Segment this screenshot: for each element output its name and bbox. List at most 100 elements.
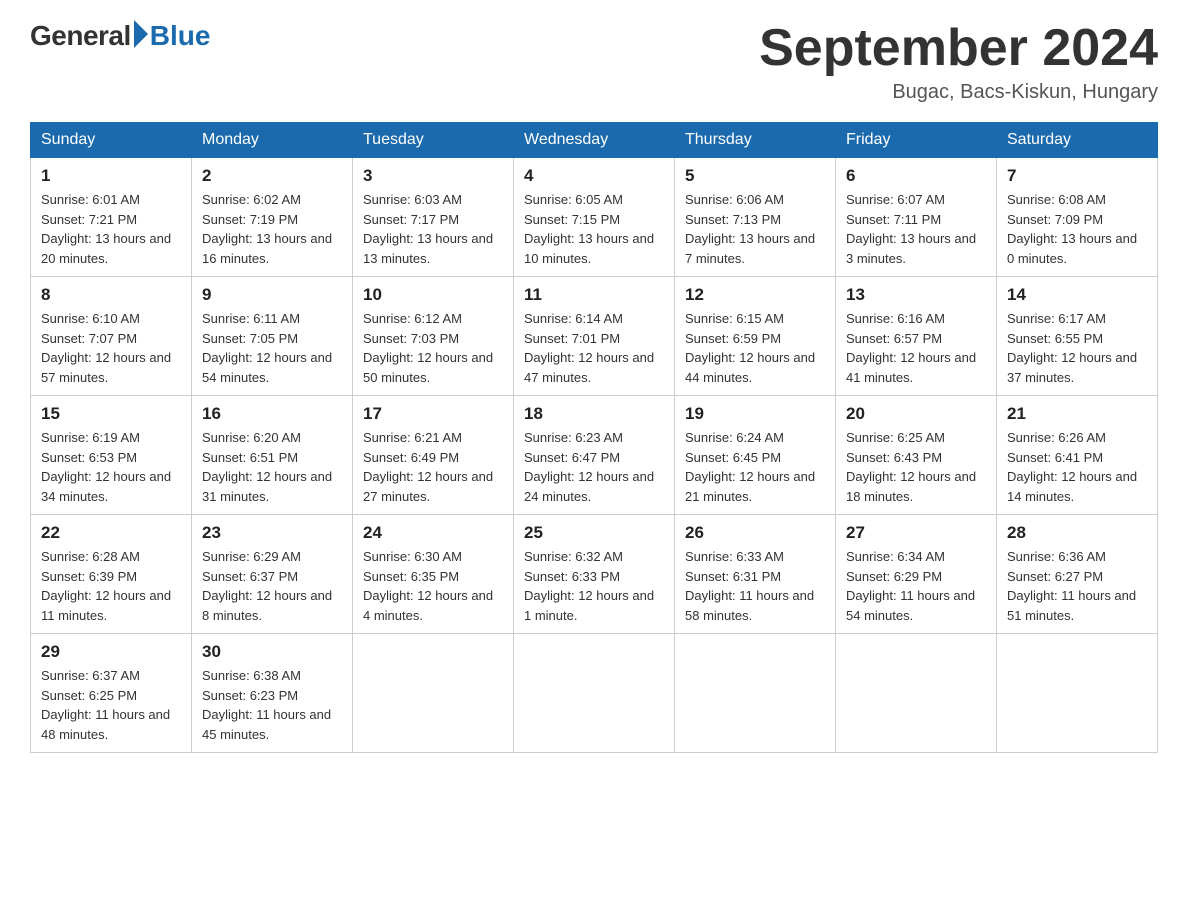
day-cell: 18 Sunrise: 6:23 AMSunset: 6:47 PMDayligh… — [514, 396, 675, 515]
day-number: 12 — [685, 285, 825, 305]
day-cell: 3 Sunrise: 6:03 AMSunset: 7:17 PMDaylight… — [353, 158, 514, 277]
day-info: Sunrise: 6:38 AMSunset: 6:23 PMDaylight:… — [202, 666, 342, 744]
day-number: 5 — [685, 166, 825, 186]
day-number: 18 — [524, 404, 664, 424]
day-number: 6 — [846, 166, 986, 186]
day-number: 20 — [846, 404, 986, 424]
day-number: 1 — [41, 166, 181, 186]
month-title: September 2024 — [759, 20, 1158, 77]
day-info: Sunrise: 6:23 AMSunset: 6:47 PMDaylight:… — [524, 428, 664, 506]
day-cell: 1 Sunrise: 6:01 AMSunset: 7:21 PMDaylight… — [31, 158, 192, 277]
calendar-table: SundayMondayTuesdayWednesdayThursdayFrid… — [30, 122, 1158, 753]
day-cell: 2 Sunrise: 6:02 AMSunset: 7:19 PMDaylight… — [192, 158, 353, 277]
day-number: 26 — [685, 523, 825, 543]
day-cell — [997, 634, 1158, 753]
day-number: 29 — [41, 642, 181, 662]
week-row-1: 1 Sunrise: 6:01 AMSunset: 7:21 PMDaylight… — [31, 158, 1158, 277]
day-info: Sunrise: 6:29 AMSunset: 6:37 PMDaylight:… — [202, 547, 342, 625]
day-number: 24 — [363, 523, 503, 543]
day-info: Sunrise: 6:14 AMSunset: 7:01 PMDaylight:… — [524, 309, 664, 387]
day-cell: 23 Sunrise: 6:29 AMSunset: 6:37 PMDayligh… — [192, 515, 353, 634]
header-saturday: Saturday — [997, 123, 1158, 158]
day-info: Sunrise: 6:05 AMSunset: 7:15 PMDaylight:… — [524, 190, 664, 268]
day-number: 9 — [202, 285, 342, 305]
location-title: Bugac, Bacs-Kiskun, Hungary — [759, 81, 1158, 104]
day-info: Sunrise: 6:11 AMSunset: 7:05 PMDaylight:… — [202, 309, 342, 387]
page-header: General Blue September 2024 Bugac, Bacs-… — [30, 20, 1158, 104]
day-cell: 4Sunrise: 6:05 AMSunset: 7:15 PMDaylight… — [514, 158, 675, 277]
header-monday: Monday — [192, 123, 353, 158]
day-number: 10 — [363, 285, 503, 305]
day-info: Sunrise: 6:08 AMSunset: 7:09 PMDaylight:… — [1007, 190, 1147, 268]
day-cell: 11Sunrise: 6:14 AMSunset: 7:01 PMDayligh… — [514, 277, 675, 396]
day-cell — [836, 634, 997, 753]
day-info: Sunrise: 6:28 AMSunset: 6:39 PMDaylight:… — [41, 547, 181, 625]
header-wednesday: Wednesday — [514, 123, 675, 158]
day-info: Sunrise: 6:12 AMSunset: 7:03 PMDaylight:… — [363, 309, 503, 387]
day-number: 28 — [1007, 523, 1147, 543]
day-cell: 8 Sunrise: 6:10 AMSunset: 7:07 PMDaylight… — [31, 277, 192, 396]
header-thursday: Thursday — [675, 123, 836, 158]
day-number: 25 — [524, 523, 664, 543]
day-number: 17 — [363, 404, 503, 424]
day-info: Sunrise: 6:21 AMSunset: 6:49 PMDaylight:… — [363, 428, 503, 506]
day-number: 3 — [363, 166, 503, 186]
day-number: 23 — [202, 523, 342, 543]
day-info: Sunrise: 6:19 AMSunset: 6:53 PMDaylight:… — [41, 428, 181, 506]
day-cell — [675, 634, 836, 753]
day-cell: 19 Sunrise: 6:24 AMSunset: 6:45 PMDayligh… — [675, 396, 836, 515]
day-info: Sunrise: 6:06 AMSunset: 7:13 PMDaylight:… — [685, 190, 825, 268]
day-cell: 9 Sunrise: 6:11 AMSunset: 7:05 PMDaylight… — [192, 277, 353, 396]
day-cell: 7 Sunrise: 6:08 AMSunset: 7:09 PMDaylight… — [997, 158, 1158, 277]
day-cell: 29Sunrise: 6:37 AMSunset: 6:25 PMDayligh… — [31, 634, 192, 753]
day-cell: 28Sunrise: 6:36 AMSunset: 6:27 PMDayligh… — [997, 515, 1158, 634]
day-info: Sunrise: 6:07 AMSunset: 7:11 PMDaylight:… — [846, 190, 986, 268]
day-cell — [514, 634, 675, 753]
day-info: Sunrise: 6:24 AMSunset: 6:45 PMDaylight:… — [685, 428, 825, 506]
day-number: 21 — [1007, 404, 1147, 424]
day-number: 22 — [41, 523, 181, 543]
day-number: 13 — [846, 285, 986, 305]
day-cell: 24 Sunrise: 6:30 AMSunset: 6:35 PMDayligh… — [353, 515, 514, 634]
day-info: Sunrise: 6:30 AMSunset: 6:35 PMDaylight:… — [363, 547, 503, 625]
day-cell: 17 Sunrise: 6:21 AMSunset: 6:49 PMDayligh… — [353, 396, 514, 515]
logo-triangle-icon — [134, 20, 148, 48]
day-number: 2 — [202, 166, 342, 186]
day-info: Sunrise: 6:17 AMSunset: 6:55 PMDaylight:… — [1007, 309, 1147, 387]
header-sunday: Sunday — [31, 123, 192, 158]
day-info: Sunrise: 6:20 AMSunset: 6:51 PMDaylight:… — [202, 428, 342, 506]
day-cell: 15Sunrise: 6:19 AMSunset: 6:53 PMDayligh… — [31, 396, 192, 515]
day-number: 8 — [41, 285, 181, 305]
day-cell: 21 Sunrise: 6:26 AMSunset: 6:41 PMDayligh… — [997, 396, 1158, 515]
day-cell: 25Sunrise: 6:32 AMSunset: 6:33 PMDayligh… — [514, 515, 675, 634]
day-info: Sunrise: 6:03 AMSunset: 7:17 PMDaylight:… — [363, 190, 503, 268]
day-number: 27 — [846, 523, 986, 543]
day-cell: 5 Sunrise: 6:06 AMSunset: 7:13 PMDaylight… — [675, 158, 836, 277]
day-info: Sunrise: 6:15 AMSunset: 6:59 PMDaylight:… — [685, 309, 825, 387]
day-number: 19 — [685, 404, 825, 424]
header-row: SundayMondayTuesdayWednesdayThursdayFrid… — [31, 123, 1158, 158]
day-cell: 16Sunrise: 6:20 AMSunset: 6:51 PMDayligh… — [192, 396, 353, 515]
day-cell: 14Sunrise: 6:17 AMSunset: 6:55 PMDayligh… — [997, 277, 1158, 396]
day-cell: 22 Sunrise: 6:28 AMSunset: 6:39 PMDayligh… — [31, 515, 192, 634]
day-cell — [353, 634, 514, 753]
header-friday: Friday — [836, 123, 997, 158]
day-info: Sunrise: 6:16 AMSunset: 6:57 PMDaylight:… — [846, 309, 986, 387]
day-info: Sunrise: 6:10 AMSunset: 7:07 PMDaylight:… — [41, 309, 181, 387]
header-tuesday: Tuesday — [353, 123, 514, 158]
day-info: Sunrise: 6:02 AMSunset: 7:19 PMDaylight:… — [202, 190, 342, 268]
title-section: September 2024 Bugac, Bacs-Kiskun, Hunga… — [759, 20, 1158, 104]
day-cell: 30Sunrise: 6:38 AMSunset: 6:23 PMDayligh… — [192, 634, 353, 753]
week-row-3: 15Sunrise: 6:19 AMSunset: 6:53 PMDayligh… — [31, 396, 1158, 515]
day-cell: 20Sunrise: 6:25 AMSunset: 6:43 PMDayligh… — [836, 396, 997, 515]
day-info: Sunrise: 6:34 AMSunset: 6:29 PMDaylight:… — [846, 547, 986, 625]
day-cell: 13 Sunrise: 6:16 AMSunset: 6:57 PMDayligh… — [836, 277, 997, 396]
day-info: Sunrise: 6:01 AMSunset: 7:21 PMDaylight:… — [41, 190, 181, 268]
day-cell: 6 Sunrise: 6:07 AMSunset: 7:11 PMDaylight… — [836, 158, 997, 277]
day-number: 7 — [1007, 166, 1147, 186]
day-cell: 10 Sunrise: 6:12 AMSunset: 7:03 PMDayligh… — [353, 277, 514, 396]
day-info: Sunrise: 6:26 AMSunset: 6:41 PMDaylight:… — [1007, 428, 1147, 506]
day-cell: 12 Sunrise: 6:15 AMSunset: 6:59 PMDayligh… — [675, 277, 836, 396]
logo-blue-text: Blue — [150, 20, 211, 52]
day-cell: 27 Sunrise: 6:34 AMSunset: 6:29 PMDayligh… — [836, 515, 997, 634]
